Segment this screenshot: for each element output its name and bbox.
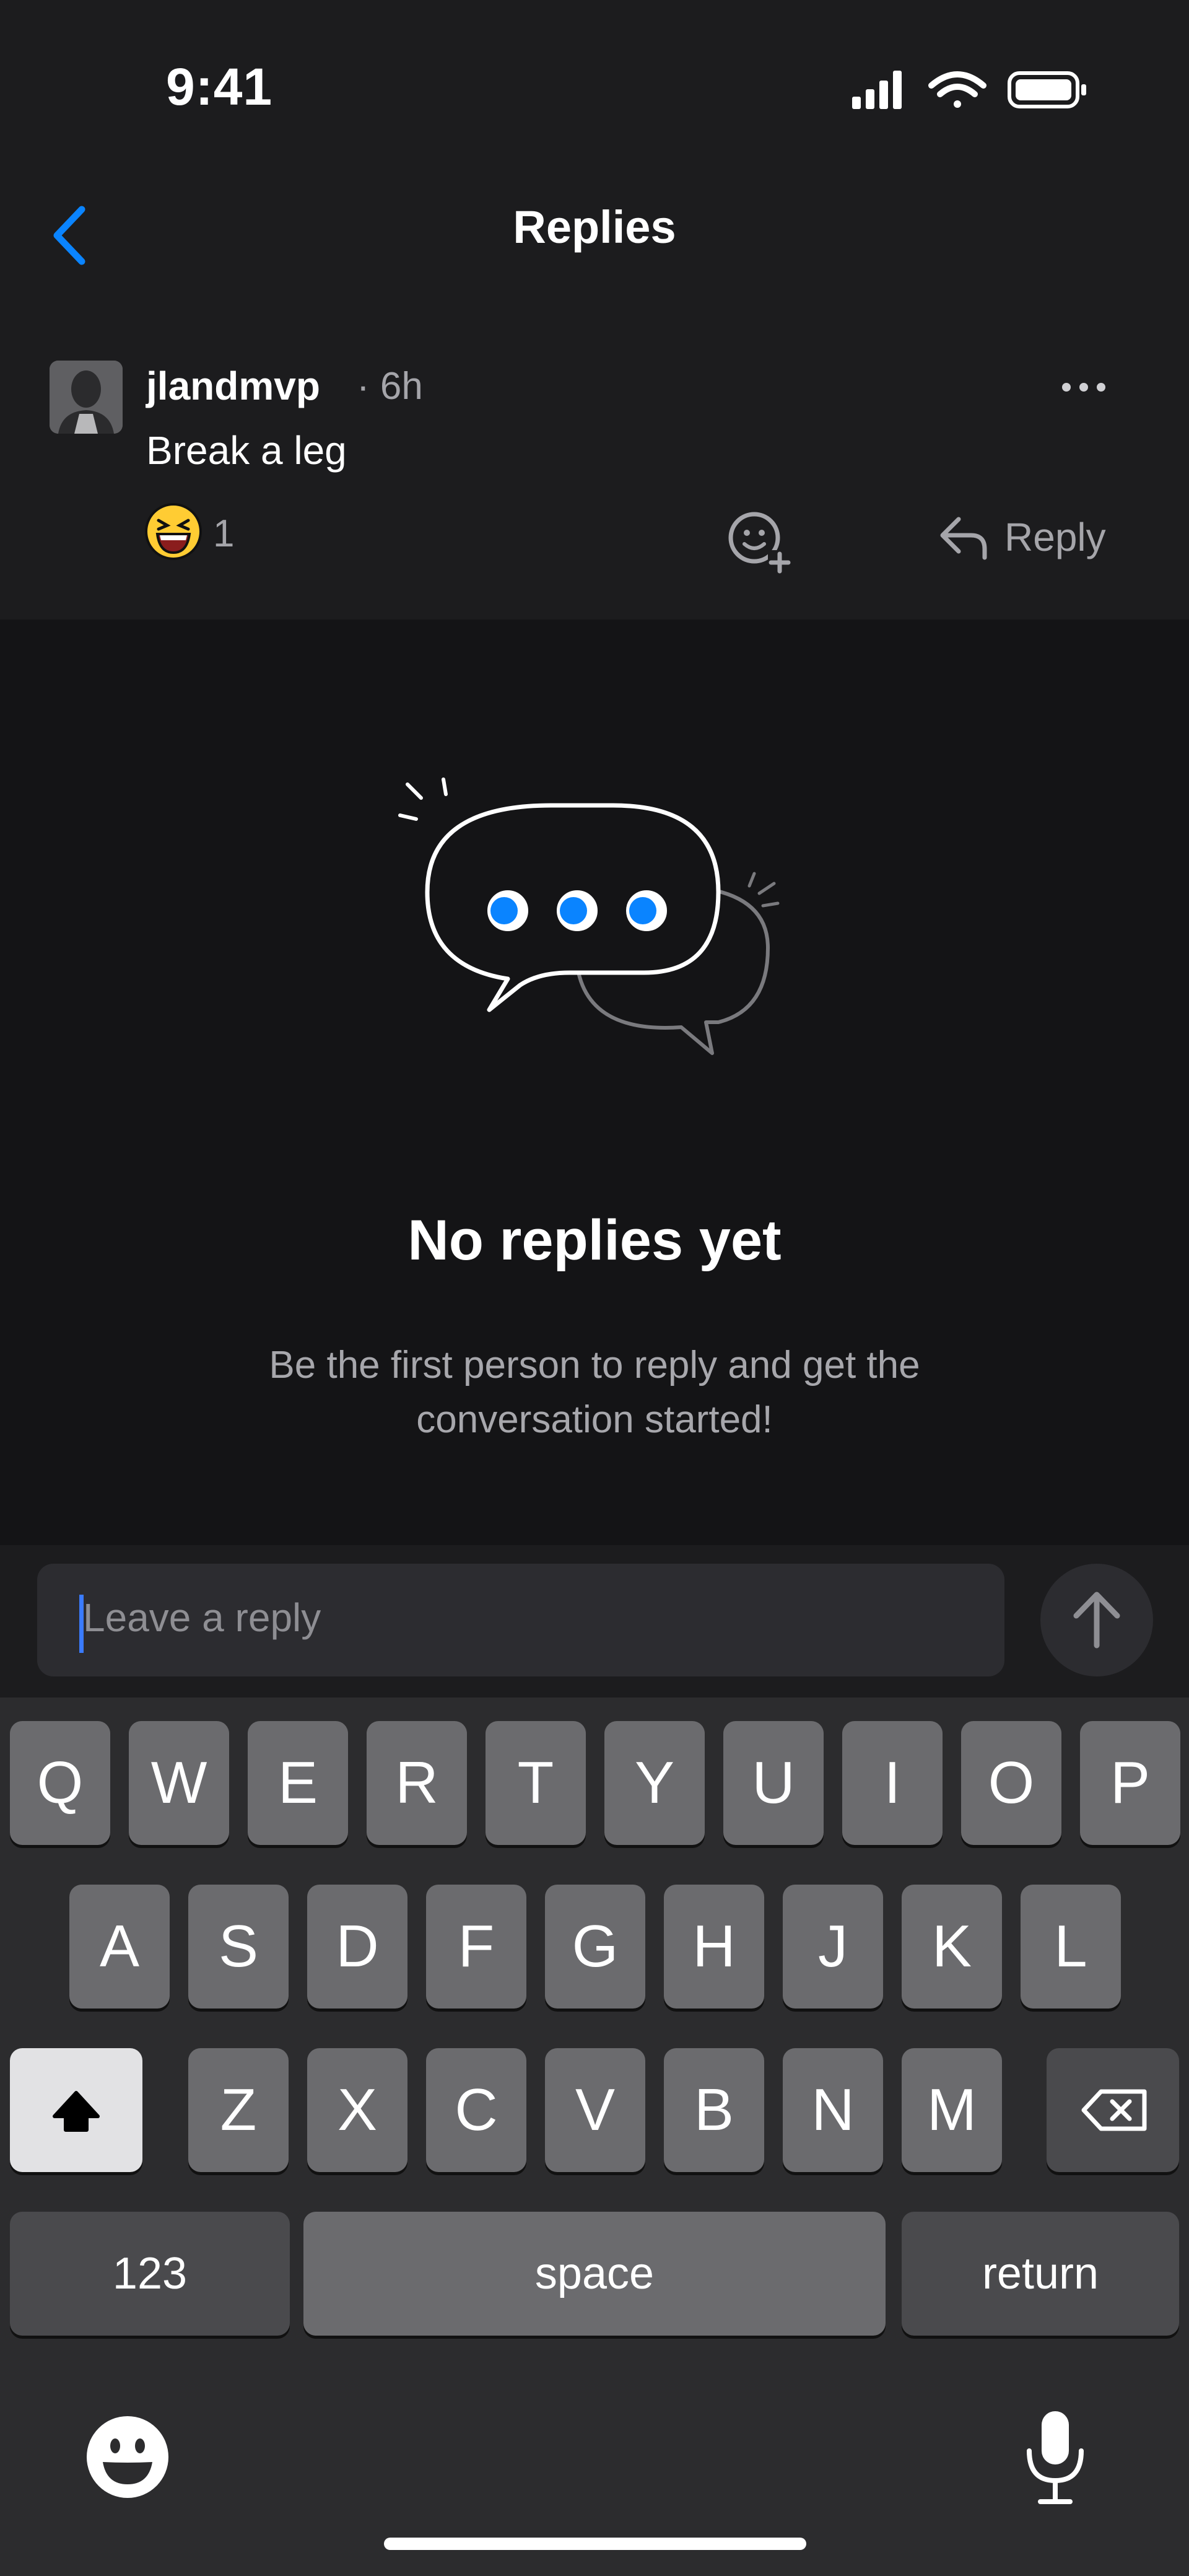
key-q[interactable]: Q bbox=[10, 1721, 110, 1845]
key-s[interactable]: S bbox=[188, 1885, 289, 2009]
comment-time: · 6h bbox=[357, 365, 423, 408]
emoji-icon[interactable] bbox=[84, 2414, 171, 2500]
reply-placeholder: Leave a reply bbox=[83, 1595, 321, 1640]
space-key[interactable]: space bbox=[303, 2212, 886, 2336]
reply-arrow-icon bbox=[940, 517, 987, 560]
key-r[interactable]: R bbox=[367, 1721, 467, 1845]
key-p[interactable]: P bbox=[1080, 1721, 1180, 1845]
chat-bubbles-illustration bbox=[398, 778, 780, 1055]
comment-text: Break a leg bbox=[146, 428, 347, 473]
empty-state: No replies yet Be the first person to re… bbox=[0, 620, 1189, 1545]
page-title: Replies bbox=[513, 201, 676, 253]
status-time: 9:41 bbox=[166, 58, 273, 116]
reply-input[interactable]: Leave a reply bbox=[37, 1564, 1004, 1676]
status-icons bbox=[852, 71, 1086, 109]
avatar[interactable] bbox=[50, 361, 123, 434]
key-w[interactable]: W bbox=[129, 1721, 229, 1845]
wifi-icon bbox=[928, 71, 986, 108]
key-y[interactable]: Y bbox=[604, 1721, 705, 1845]
add-reaction-icon[interactable] bbox=[725, 507, 793, 575]
shift-key[interactable] bbox=[10, 2048, 142, 2172]
key-v[interactable]: V bbox=[545, 2048, 645, 2172]
key-n[interactable]: N bbox=[783, 2048, 883, 2172]
key-j[interactable]: J bbox=[783, 1885, 883, 2009]
key-i[interactable]: I bbox=[842, 1721, 943, 1845]
send-button[interactable] bbox=[1040, 1564, 1153, 1676]
key-g[interactable]: G bbox=[545, 1885, 645, 2009]
delete-key[interactable] bbox=[1047, 2048, 1179, 2172]
reply-bar: Leave a reply bbox=[0, 1545, 1189, 1698]
key-e[interactable]: E bbox=[248, 1721, 348, 1845]
parent-comment: jlandmvp · 6h Break a leg 1 Reply bbox=[0, 335, 1189, 620]
key-b[interactable]: B bbox=[664, 2048, 764, 2172]
key-m[interactable]: M bbox=[902, 2048, 1002, 2172]
key-k[interactable]: K bbox=[902, 1885, 1002, 2009]
ellipsis-icon[interactable] bbox=[1059, 378, 1108, 396]
keyboard: QWERTYUIOP ASDFGHJKL ZXCVBNM 123 space r… bbox=[0, 1698, 1189, 2576]
key-l[interactable]: L bbox=[1021, 1885, 1121, 2009]
home-indicator bbox=[384, 2538, 806, 2550]
key-z[interactable]: Z bbox=[188, 2048, 289, 2172]
key-d[interactable]: D bbox=[307, 1885, 407, 2009]
comment-username[interactable]: jlandmvp bbox=[146, 363, 320, 409]
key-t[interactable]: T bbox=[486, 1721, 586, 1845]
cellular-signal-icon bbox=[852, 71, 902, 109]
arrow-up-icon bbox=[1073, 1592, 1120, 1649]
empty-subtitle: Be the first person to reply and get the… bbox=[186, 1338, 1003, 1447]
key-o[interactable]: O bbox=[961, 1721, 1061, 1845]
reaction-count: 1 bbox=[213, 512, 235, 555]
empty-title: No replies yet bbox=[407, 1209, 782, 1272]
key-f[interactable]: F bbox=[426, 1885, 526, 2009]
reply-label: Reply bbox=[1004, 515, 1106, 559]
laughing-face-emoji bbox=[145, 503, 202, 560]
return-key[interactable]: return bbox=[902, 2212, 1179, 2336]
delete-icon bbox=[1081, 2089, 1147, 2131]
shift-icon bbox=[53, 2091, 100, 2132]
key-x[interactable]: X bbox=[307, 2048, 407, 2172]
key-h[interactable]: H bbox=[664, 1885, 764, 2009]
key-c[interactable]: C bbox=[426, 2048, 526, 2172]
empty-subtitle-line-1: Be the first person to reply and get the bbox=[269, 1344, 920, 1387]
empty-subtitle-line-2: conversation started! bbox=[416, 1398, 773, 1441]
battery-icon bbox=[1008, 71, 1086, 108]
microphone-icon[interactable] bbox=[1018, 2407, 1092, 2507]
numbers-key[interactable]: 123 bbox=[10, 2212, 290, 2336]
key-a[interactable]: A bbox=[69, 1885, 170, 2009]
key-u[interactable]: U bbox=[723, 1721, 824, 1845]
chevron-left-icon[interactable] bbox=[43, 198, 99, 273]
